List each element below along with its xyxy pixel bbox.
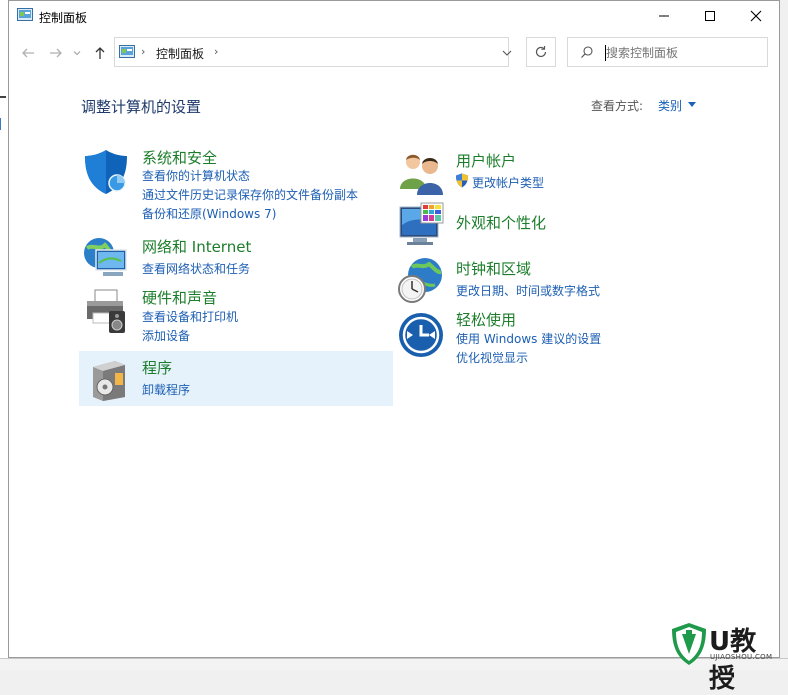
control-panel-icon [17, 8, 33, 21]
watermark-url: UJIAOSHOU.COM [710, 653, 773, 661]
watermark-shield-icon [672, 623, 706, 665]
search-input[interactable] [606, 44, 756, 62]
control-panel-icon [119, 45, 135, 58]
chevron-right-icon[interactable]: › [214, 45, 218, 58]
view-by-dropdown[interactable]: 类别 [658, 97, 682, 114]
up-button[interactable] [91, 44, 109, 62]
shield-icon[interactable] [81, 147, 131, 197]
uac-shield-icon [456, 173, 468, 188]
address-bar[interactable]: › 控制面板 › [114, 37, 512, 67]
maximize-button[interactable] [687, 1, 733, 31]
category-title-user-accounts[interactable]: 用户帐户 [456, 150, 516, 171]
link-change-account-type[interactable]: 更改帐户类型 [472, 174, 544, 191]
chevron-down-icon [73, 51, 81, 56]
maximize-icon [705, 11, 715, 21]
network-globe-icon[interactable] [81, 233, 131, 283]
category-title-network[interactable]: 网络和 Internet [142, 236, 251, 257]
link-devices-printers[interactable]: 查看设备和打印机 [142, 308, 238, 325]
link-backup-restore[interactable]: 备份和还原(Windows 7) [142, 205, 276, 222]
category-title-hardware-sound[interactable]: 硬件和声音 [142, 287, 217, 308]
arrow-left-icon [22, 48, 34, 58]
link-optimize-visual-display[interactable]: 优化视觉显示 [456, 349, 528, 366]
close-icon [750, 10, 762, 22]
title-bar[interactable]: 控制面板 [9, 1, 779, 31]
category-title-system-security[interactable]: 系统和安全 [142, 147, 217, 168]
programs-icon[interactable] [85, 355, 135, 405]
dropdown-arrow-icon[interactable] [688, 102, 696, 107]
category-title-appearance[interactable]: 外观和个性化 [456, 212, 546, 233]
search-box[interactable] [567, 37, 768, 67]
close-button[interactable] [733, 1, 779, 31]
breadcrumb-item-control-panel[interactable]: 控制面板 [156, 45, 204, 62]
view-by-label: 查看方式: [591, 99, 644, 113]
page-title: 调整计算机的设置 [81, 98, 202, 116]
minimize-button[interactable] [641, 1, 687, 31]
arrow-right-icon [50, 48, 62, 58]
category-title-clock-region[interactable]: 时钟和区域 [456, 258, 531, 279]
appearance-icon[interactable] [397, 201, 447, 251]
watermark-logo: U教授 UJIAOSHOU.COM [668, 622, 780, 694]
users-icon[interactable] [397, 149, 447, 199]
printer-icon[interactable] [81, 287, 131, 337]
ease-of-access-icon[interactable] [397, 311, 447, 361]
link-add-device[interactable]: 添加设备 [142, 327, 190, 344]
recent-locations-button[interactable] [71, 44, 83, 62]
category-title-ease-of-access[interactable]: 轻松使用 [456, 309, 516, 330]
background-window-mark [0, 96, 6, 98]
forward-button[interactable] [47, 44, 65, 62]
link-change-date-time-format[interactable]: 更改日期、时间或数字格式 [456, 282, 600, 299]
control-panel-window: 控制面板 › 控制面板 › 搜索控制面板 调整计算机的设置 查看方式: 类别 系… [8, 0, 780, 658]
link-windows-recommended-settings[interactable]: 使用 Windows 建议的设置 [456, 330, 601, 347]
window-title: 控制面板 [39, 11, 88, 25]
link-view-computer-status[interactable]: 查看你的计算机状态 [142, 167, 250, 184]
link-file-history-backup[interactable]: 通过文件历史记录保存你的文件备份副本 [142, 186, 358, 203]
minimize-icon [659, 15, 669, 17]
chevron-down-icon[interactable] [502, 48, 512, 58]
link-network-status[interactable]: 查看网络状态和任务 [142, 260, 250, 277]
chevron-right-icon[interactable]: › [141, 45, 145, 58]
category-title-programs[interactable]: 程序 [142, 357, 172, 378]
refresh-icon [535, 46, 547, 58]
link-uninstall-program[interactable]: 卸载程序 [142, 381, 190, 398]
back-button[interactable] [19, 44, 37, 62]
refresh-button[interactable] [526, 37, 556, 67]
navigation-bar: › 控制面板 › [9, 35, 779, 71]
background-window-mark [0, 118, 6, 130]
clock-globe-icon[interactable] [397, 255, 447, 305]
arrow-up-icon [95, 47, 105, 59]
search-icon [581, 46, 593, 58]
